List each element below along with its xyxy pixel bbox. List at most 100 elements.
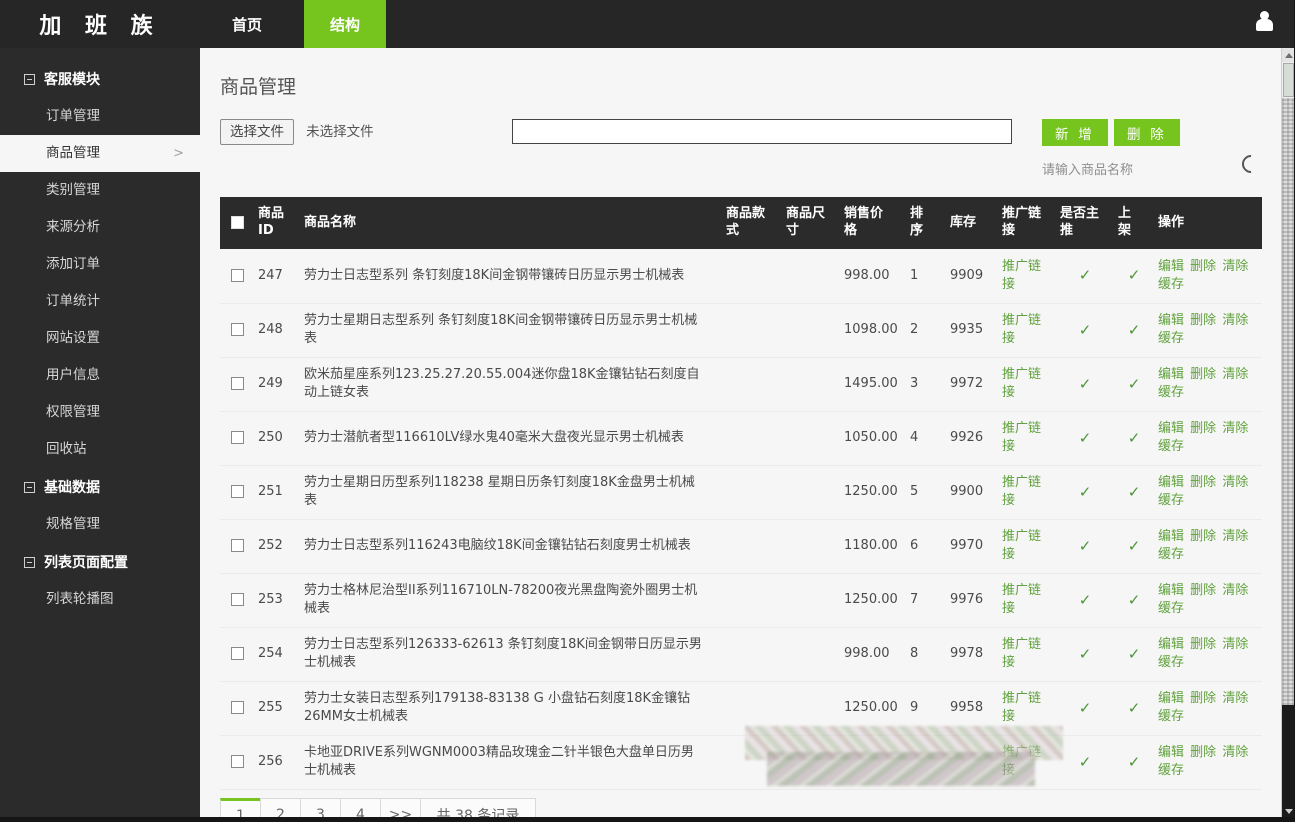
sidebar-section-0[interactable]: 客服模块: [0, 60, 200, 98]
product-style: [722, 249, 782, 303]
product-style: [722, 519, 782, 573]
on-shelf-check-icon: ✓: [1128, 591, 1141, 609]
tab-home[interactable]: 首页: [208, 0, 286, 48]
product-name: 劳力士女装日志型系列179138-83138 G 小盘钻石刻度18K金镶钻26M…: [300, 681, 722, 735]
row-checkbox[interactable]: [231, 377, 244, 390]
sidebar-section-1[interactable]: 基础数据: [0, 468, 200, 506]
col-header-style: 商品款式: [722, 197, 782, 249]
product-price: 998.00: [840, 249, 906, 303]
action-link-0[interactable]: 编辑: [1158, 313, 1184, 328]
promo-link[interactable]: 推广链接: [1002, 583, 1041, 616]
row-actions: 编辑 删除 清除缓存: [1154, 357, 1262, 411]
action-link-0[interactable]: 编辑: [1158, 529, 1184, 544]
action-link-1[interactable]: 删除: [1190, 313, 1216, 328]
row-actions: 编辑 删除 清除缓存: [1154, 573, 1262, 627]
sidebar-item[interactable]: 用户信息: [0, 357, 200, 394]
promo-link[interactable]: 推广链接: [1002, 421, 1041, 454]
sidebar-item[interactable]: 商品管理>: [0, 135, 200, 172]
action-link-0[interactable]: 编辑: [1158, 745, 1184, 760]
row-checkbox[interactable]: [231, 539, 244, 552]
main-push-check-icon: ✓: [1079, 537, 1092, 555]
sidebar-item[interactable]: 订单管理: [0, 98, 200, 135]
sidebar-section-title: 客服模块: [44, 69, 100, 89]
promo-link[interactable]: 推广链接: [1002, 475, 1041, 508]
action-link-1[interactable]: 删除: [1190, 475, 1216, 490]
action-link-0[interactable]: 编辑: [1158, 583, 1184, 598]
action-link-1[interactable]: 删除: [1190, 529, 1216, 544]
user-icon[interactable]: [1251, 10, 1277, 36]
row-checkbox[interactable]: [231, 647, 244, 660]
product-stock: 9978: [946, 627, 998, 681]
arrow-down-icon[interactable]: [1285, 809, 1293, 814]
row-checkbox[interactable]: [231, 485, 244, 498]
product-id: 254: [254, 627, 300, 681]
action-link-1[interactable]: 删除: [1190, 367, 1216, 382]
sidebar-item[interactable]: 权限管理: [0, 394, 200, 431]
sidebar-item[interactable]: 列表轮播图: [0, 581, 200, 618]
action-link-1[interactable]: 删除: [1190, 691, 1216, 706]
action-link-0[interactable]: 编辑: [1158, 259, 1184, 274]
product-id: 247: [254, 249, 300, 303]
main-content: 商品管理 选择文件 未选择文件 新 增 删 除 请输入商品名称: [200, 48, 1281, 822]
action-link-1[interactable]: 删除: [1190, 421, 1216, 436]
user-icon-body: [1256, 19, 1273, 31]
row-checkbox[interactable]: [231, 755, 244, 768]
promo-link[interactable]: 推广链接: [1002, 691, 1041, 724]
action-link-0[interactable]: 编辑: [1158, 691, 1184, 706]
add-button[interactable]: 新 增: [1042, 119, 1108, 146]
promo-link[interactable]: 推广链接: [1002, 367, 1041, 400]
product-sort: 8: [906, 627, 946, 681]
sidebar-item[interactable]: 添加订单: [0, 246, 200, 283]
loading-spinner-icon: [1238, 151, 1263, 176]
promo-link[interactable]: 推广链接: [1002, 637, 1041, 670]
on-shelf-check-icon: ✓: [1128, 266, 1141, 284]
sidebar-item[interactable]: 回收站: [0, 431, 200, 468]
row-checkbox[interactable]: [231, 269, 244, 282]
action-link-1[interactable]: 删除: [1190, 745, 1216, 760]
product-price: 1495.00: [840, 357, 906, 411]
table-row: 255 劳力士女装日志型系列179138-83138 G 小盘钻石刻度18K金镶…: [220, 681, 1262, 735]
select-all-checkbox[interactable]: [231, 216, 244, 229]
product-stock: 9909: [946, 249, 998, 303]
action-link-1[interactable]: 删除: [1190, 583, 1216, 598]
table-row: 247 劳力士日志型系列 条钉刻度18K间金钢带镶砖日历显示男士机械表 998.…: [220, 249, 1262, 303]
tab-structure[interactable]: 结构: [304, 0, 386, 48]
promo-link[interactable]: 推广链接: [1002, 313, 1041, 346]
delete-button[interactable]: 删 除: [1114, 119, 1180, 146]
action-link-1[interactable]: 删除: [1190, 637, 1216, 652]
sidebar-item[interactable]: 网站设置: [0, 320, 200, 357]
search-input[interactable]: [512, 119, 1012, 144]
action-link-0[interactable]: 编辑: [1158, 421, 1184, 436]
product-price: 1180.00: [840, 519, 906, 573]
sidebar-item[interactable]: 来源分析: [0, 209, 200, 246]
topbar-spacer: [386, 0, 1251, 48]
scrollbar-thumb[interactable]: [1283, 63, 1294, 97]
table-row: 248 劳力士星期日志型系列 条钉刻度18K间金钢带镶砖日历显示男士机械表 10…: [220, 303, 1262, 357]
brand-logo: 加 班 族: [0, 0, 200, 48]
promo-link[interactable]: 推广链接: [1002, 529, 1041, 562]
action-link-0[interactable]: 编辑: [1158, 475, 1184, 490]
row-checkbox[interactable]: [231, 701, 244, 714]
action-link-0[interactable]: 编辑: [1158, 367, 1184, 382]
sidebar-item[interactable]: 类别管理: [0, 172, 200, 209]
col-header-promo: 推广链接: [998, 197, 1056, 249]
action-link-0[interactable]: 编辑: [1158, 637, 1184, 652]
sidebar-item[interactable]: 规格管理: [0, 506, 200, 543]
action-link-1[interactable]: 删除: [1190, 259, 1216, 274]
col-header-price: 销售价格: [840, 197, 906, 249]
product-stock: 9970: [946, 519, 998, 573]
promo-link[interactable]: 推广链接: [1002, 259, 1041, 292]
sidebar-section-2[interactable]: 列表页面配置: [0, 543, 200, 581]
col-header-mainpush: 是否主推: [1056, 197, 1114, 249]
product-size: [782, 627, 840, 681]
product-id: 249: [254, 357, 300, 411]
choose-file-button[interactable]: 选择文件: [220, 119, 294, 145]
row-checkbox[interactable]: [231, 323, 244, 336]
top-bar: 加 班 族 首页 结构: [0, 0, 1295, 48]
row-checkbox[interactable]: [231, 593, 244, 606]
on-shelf-check-icon: ✓: [1128, 537, 1141, 555]
product-name: 劳力士潜航者型116610LV绿水鬼40毫米大盘夜光显示男士机械表: [300, 411, 722, 465]
product-id: 252: [254, 519, 300, 573]
sidebar-item[interactable]: 订单统计: [0, 283, 200, 320]
row-checkbox[interactable]: [231, 431, 244, 444]
